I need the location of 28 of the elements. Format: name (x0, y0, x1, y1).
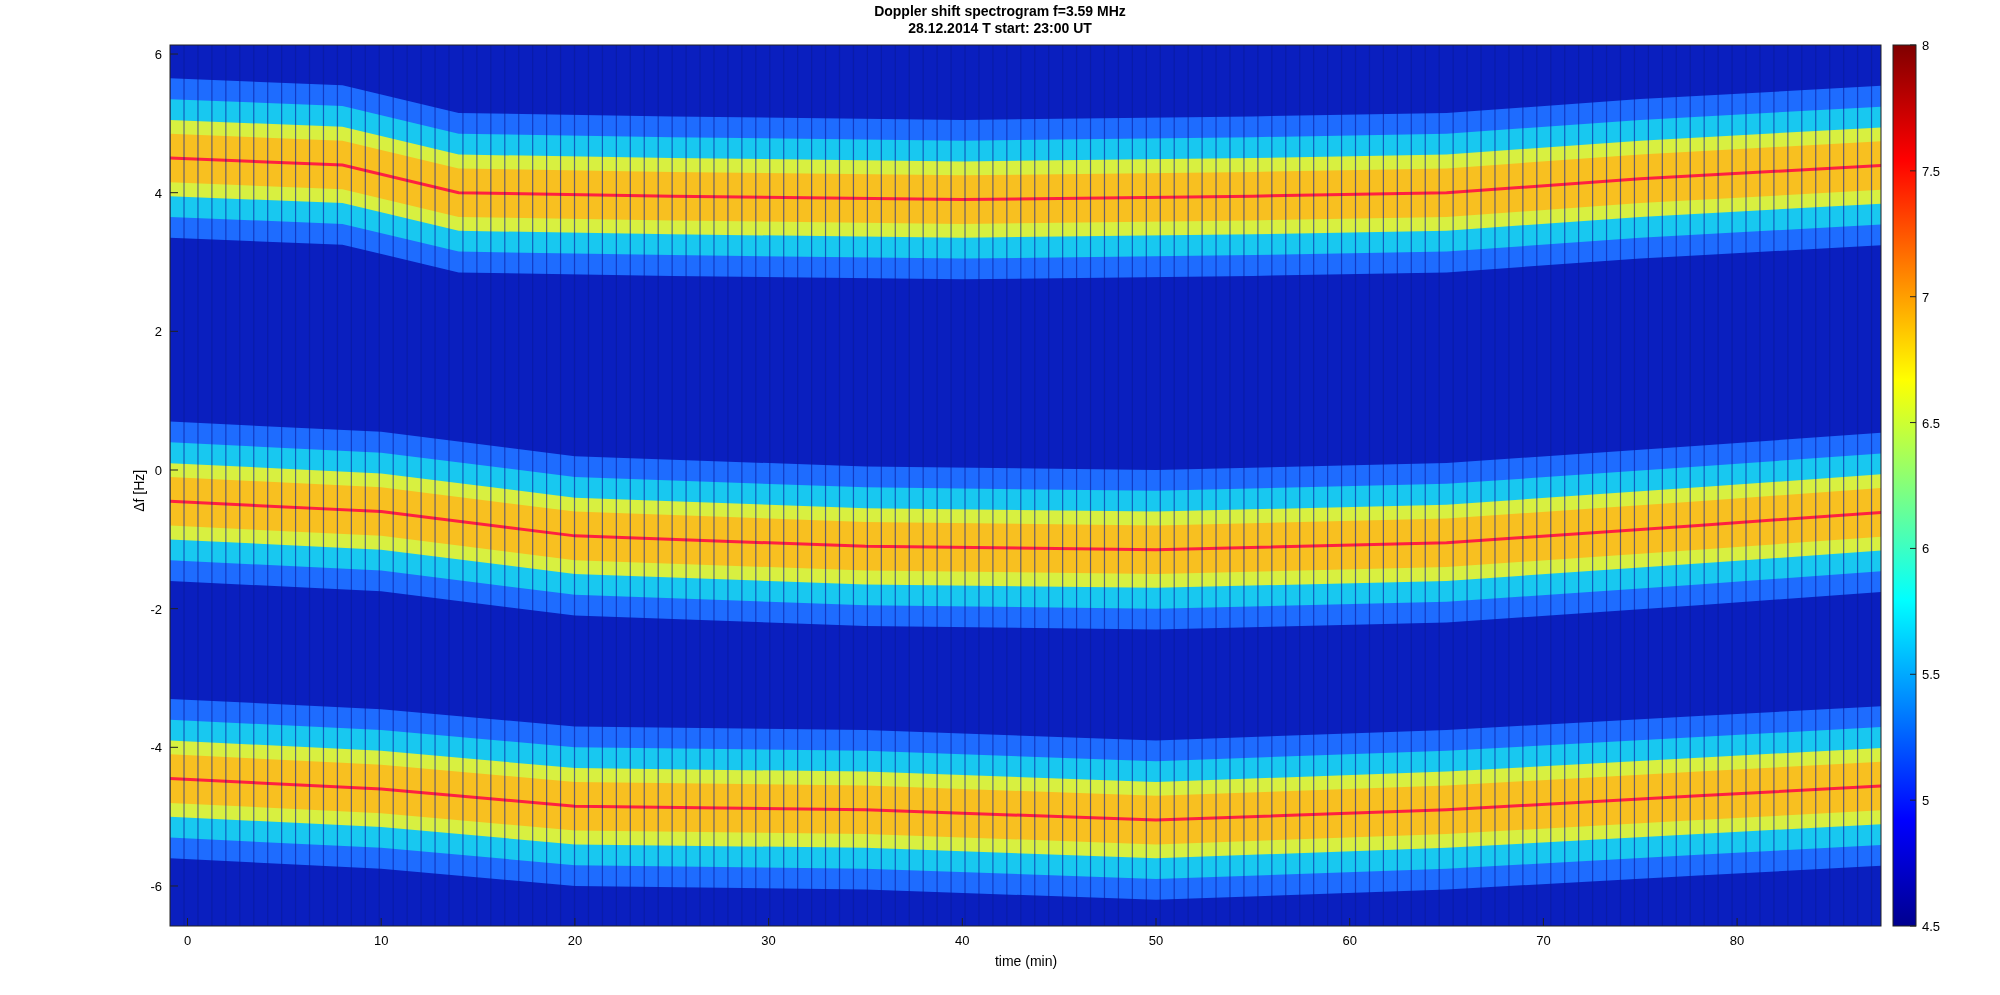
x-tick-label: 30 (761, 933, 776, 948)
y-tick-label: 2 (154, 324, 162, 340)
chart-subtitle: 28.12.2014 T start: 23:00 UT (908, 20, 1092, 36)
x-tick-label: 10 (373, 933, 389, 948)
colorbar-tick-label: 6.5 (1922, 415, 1941, 431)
colorbar-tick-label: 7.5 (1922, 163, 1941, 179)
colorbar-tick-label: 4.5 (1922, 919, 1941, 934)
x-tick-label: 50 (1148, 933, 1164, 948)
x-tick-label: 20 (567, 933, 583, 948)
colorbar-tick-label: 5.5 (1922, 667, 1941, 683)
x-tick-label: 60 (1342, 933, 1357, 948)
y-tick-label: 4 (154, 185, 162, 201)
y-tick-label: 6 (154, 47, 162, 62)
y-tick-label: -4 (150, 740, 162, 756)
x-tick-label: 0 (183, 933, 192, 948)
colorbar-tick-label: 6 (1922, 541, 1930, 557)
colorbar-tick-label: 5 (1922, 793, 1930, 809)
x-tick-label: 80 (1729, 933, 1745, 948)
colorbar-tick-label: 7 (1922, 289, 1930, 305)
colorbar-tick-label: 8 (1922, 38, 1930, 53)
y-tick-label: -2 (150, 601, 162, 617)
y-tick-label: -6 (150, 879, 162, 894)
y-tick-label: 0 (154, 463, 162, 478)
x-tick-label: 40 (955, 933, 970, 948)
chart-title: Doppler shift spectrogram f=3.59 MHz (874, 3, 1126, 19)
x-axis-label: time (min) (994, 953, 1058, 969)
x-tick-label: 70 (1536, 933, 1551, 948)
y-axis-label: Δf [Hz] (131, 469, 147, 512)
